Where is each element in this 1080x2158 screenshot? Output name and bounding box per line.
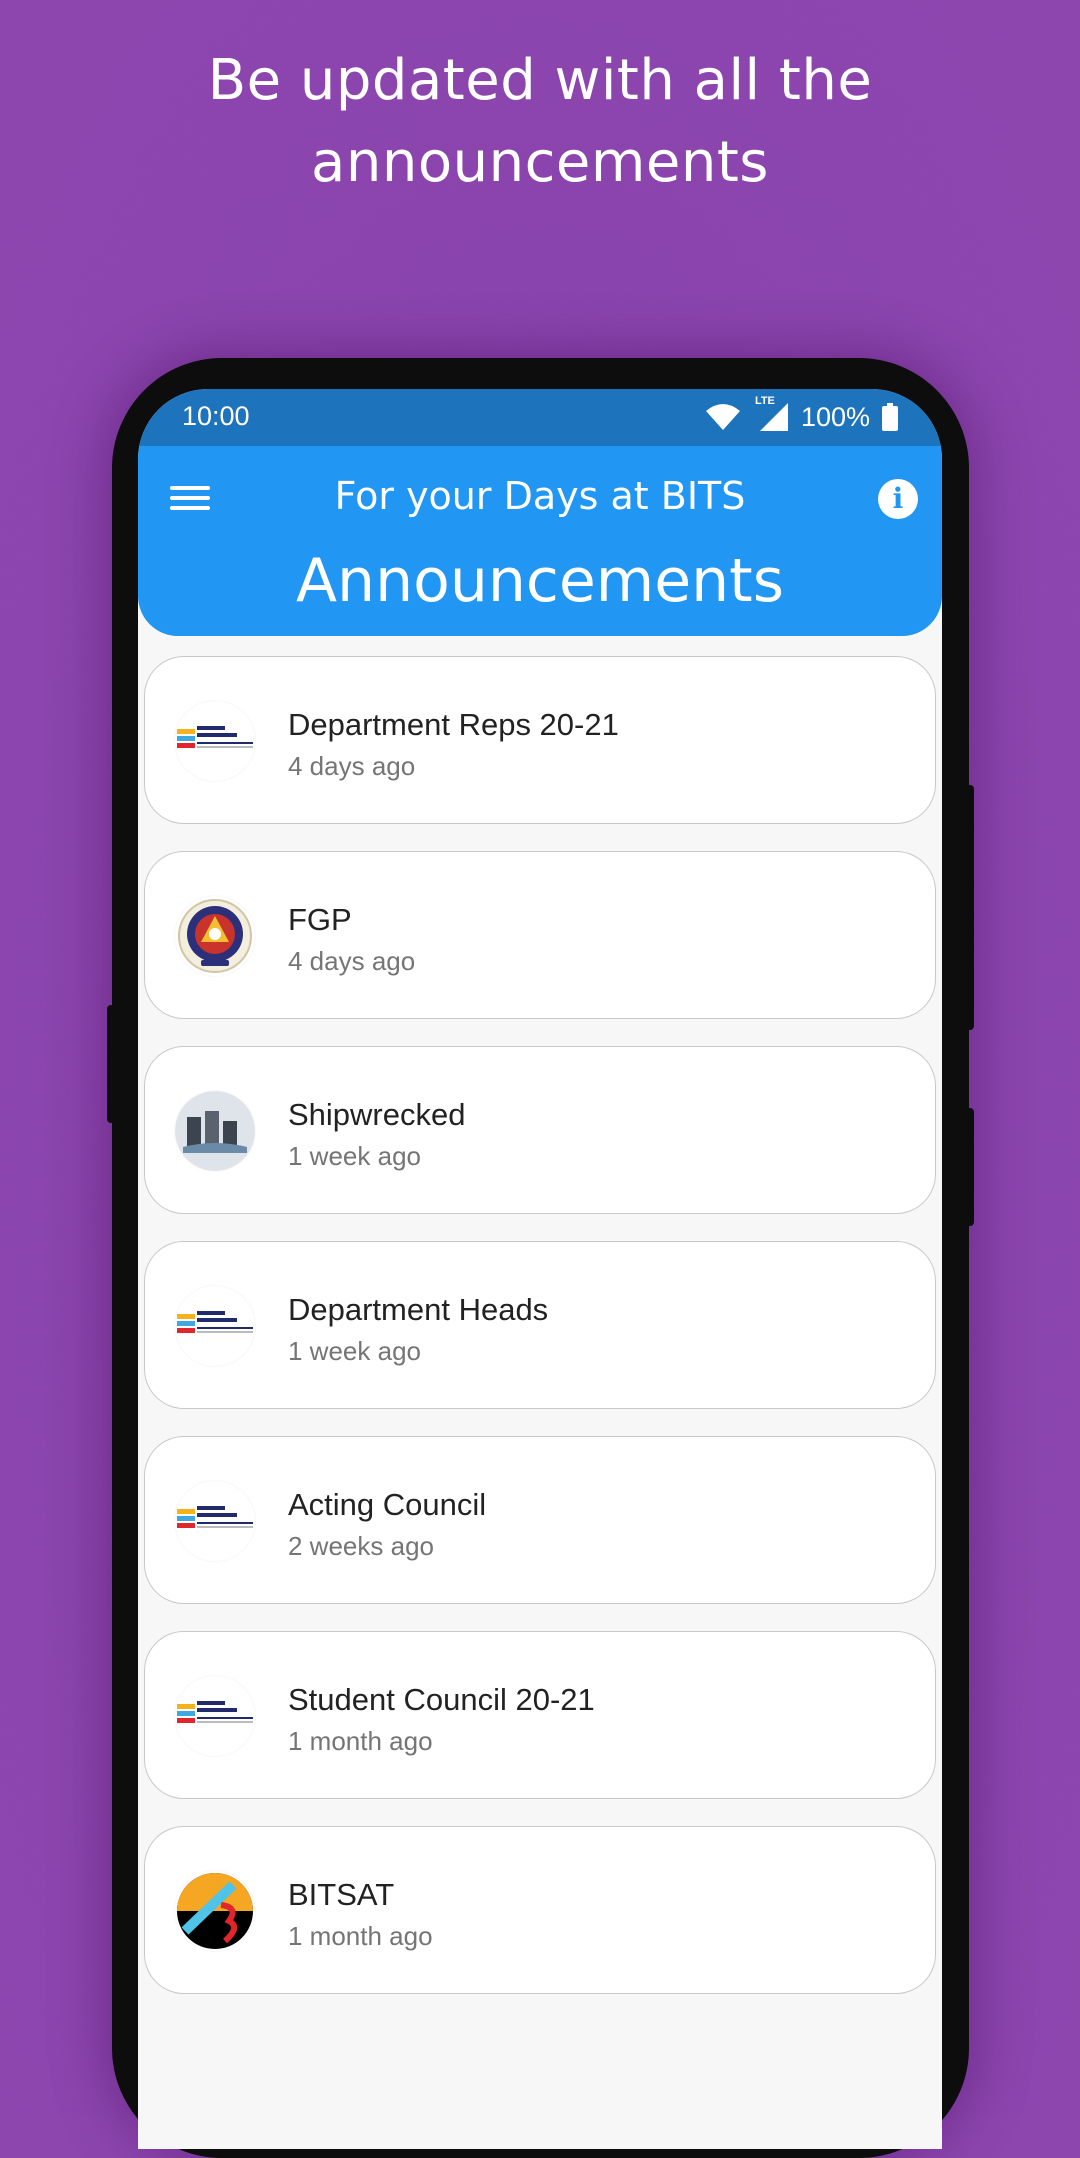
announcement-title: Department Heads	[288, 1292, 549, 1327]
election-commission-logo-icon	[175, 701, 255, 781]
election-commission-logo-icon	[175, 1676, 255, 1756]
announcement-title: Student Council 20-21	[288, 1682, 595, 1717]
announcement-time: 1 week ago	[288, 1141, 421, 1171]
announcement-card[interactable]: Department Heads 1 week ago	[144, 1241, 936, 1409]
phone-side-button-left	[107, 1005, 115, 1123]
announcement-card[interactable]: Department Reps 20-21 4 days ago	[144, 656, 936, 824]
wifi-icon	[705, 404, 740, 430]
announcement-time: 2 weeks ago	[288, 1531, 434, 1561]
announcement-time: 4 days ago	[288, 946, 416, 976]
announcement-card[interactable]: FGP 4 days ago	[144, 851, 936, 1019]
status-bar: 10:00 LTE 100%	[138, 389, 942, 446]
shipwrecked-logo-icon	[175, 1091, 255, 1171]
announcement-title: Shipwrecked	[288, 1097, 466, 1132]
announcement-title: FGP	[288, 902, 352, 937]
announcement-card[interactable]: Shipwrecked 1 week ago	[144, 1046, 936, 1214]
promo-headline-line2: announcements	[311, 130, 769, 195]
battery-icon	[882, 403, 898, 431]
phone-volume-button	[966, 1108, 974, 1226]
announcement-title: Acting Council	[288, 1487, 487, 1522]
announcement-time: 1 month ago	[288, 1726, 433, 1756]
promo-headline: Be updated with all the announcements	[0, 40, 1080, 204]
announcement-card[interactable]: Student Council 20-21 1 month ago	[144, 1631, 936, 1799]
battery-percent: 100%	[800, 401, 870, 432]
announcement-title: Department Reps 20-21	[288, 707, 619, 742]
app-subtitle: For your Days at BITS	[334, 474, 746, 518]
announcement-card[interactable]: Acting Council 2 weeks ago	[144, 1436, 936, 1604]
announcement-time: 4 days ago	[288, 751, 416, 781]
status-time: 10:00	[182, 401, 250, 431]
announcement-time: 1 month ago	[288, 1921, 433, 1951]
announcement-list: Department Reps 20-21 4 days ago FGP 4 d…	[144, 656, 936, 2021]
announcement-title: BITSAT	[288, 1877, 395, 1912]
network-type-label: LTE	[754, 395, 775, 407]
bitsat-logo-icon	[175, 1871, 255, 1951]
election-commission-logo-icon	[175, 1481, 255, 1561]
bits-emblem-icon	[175, 896, 255, 976]
status-icons: LTE 100%	[705, 395, 898, 435]
phone-screen: 10:00 LTE 100% For your Days at BITS i A…	[138, 389, 942, 2149]
announcement-time: 1 week ago	[288, 1336, 421, 1366]
app-bar: For your Days at BITS i Announcements	[138, 446, 942, 636]
promo-headline-line1: Be updated with all the	[207, 48, 873, 113]
page-title: Announcements	[296, 546, 784, 616]
info-icon[interactable]: i	[878, 479, 918, 519]
election-commission-logo-icon	[175, 1286, 255, 1366]
phone-power-button	[966, 785, 974, 1030]
cell-signal-icon: LTE	[753, 395, 789, 433]
announcement-card[interactable]: BITSAT 1 month ago	[144, 1826, 936, 1994]
